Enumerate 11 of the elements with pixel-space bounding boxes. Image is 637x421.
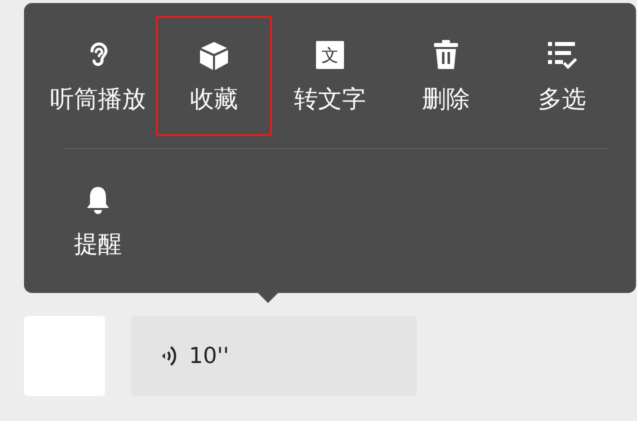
menu-item[interactable]: 提醒 — [40, 161, 156, 281]
menu-item[interactable]: 听筒播放 — [40, 16, 156, 136]
text-icon: 文 — [314, 39, 346, 71]
cube-icon — [198, 39, 230, 71]
checklist-icon — [546, 39, 578, 71]
voice-icon — [161, 344, 177, 368]
menu-item[interactable]: 删除 — [388, 16, 504, 136]
menu-item[interactable]: 文 转文字 — [272, 16, 388, 136]
menu-item[interactable]: 收藏 — [156, 16, 272, 136]
voice-message[interactable]: 10'' — [131, 316, 417, 396]
menu-item[interactable]: 多选 — [504, 16, 620, 136]
